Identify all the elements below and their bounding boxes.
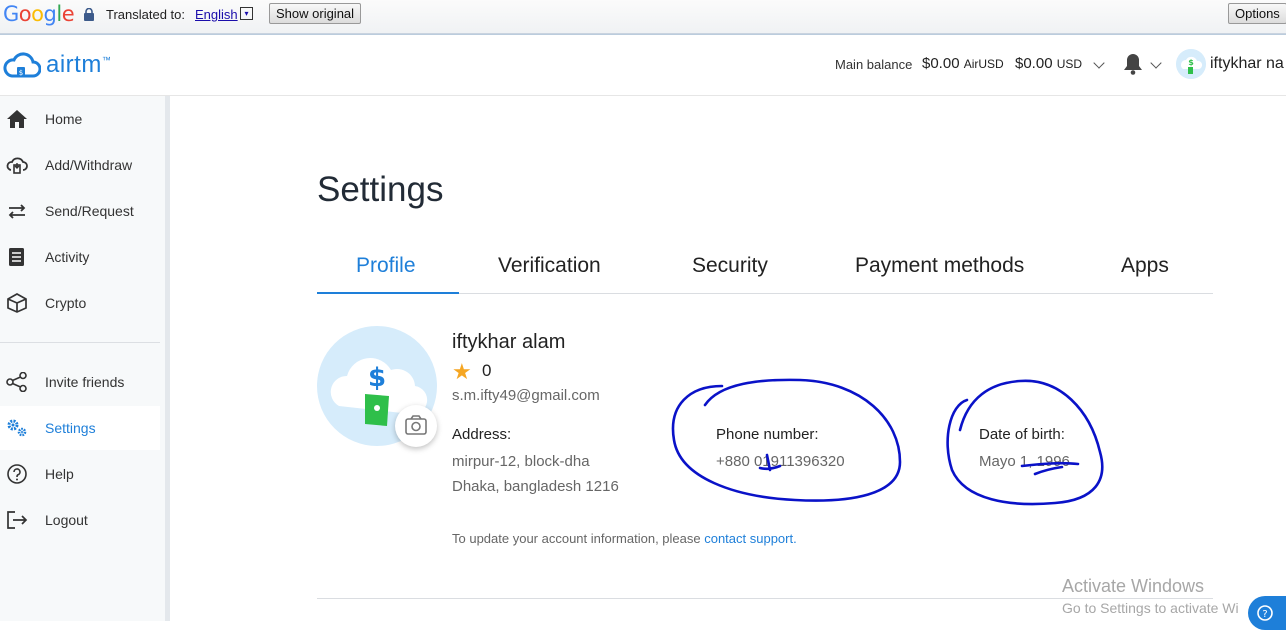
dob-label: Date of birth: [979,426,1065,443]
sidebar-item-send-request[interactable]: Send/Request [0,189,160,233]
sidebar-divider [0,342,160,343]
cube-icon [7,293,27,313]
sidebar-item-label: Home [45,111,83,127]
airusd-balance[interactable]: $0.00 AirUSD [922,55,1004,72]
document-list-icon [9,248,24,266]
sidebar-item-label: Help [45,466,74,482]
profile-name: iftykhar alam [452,331,566,353]
brand-name[interactable]: airtm™ [46,51,111,79]
help-question-icon: ? [1257,605,1273,621]
logout-icon [7,511,28,529]
sidebar-item-logout[interactable]: Logout [0,498,160,542]
avatar-cloud-icon: $ [1176,49,1206,79]
sidebar-item-label: Send/Request [45,203,134,219]
contact-support-link[interactable]: contact support. [704,531,797,546]
active-tab-indicator [317,292,459,294]
star-icon: ★ [452,359,472,384]
notification-bell-icon[interactable] [1123,53,1143,75]
top-header: $ airtm™ Main balance $0.00 AirUSD $0.00… [0,35,1286,96]
gears-icon [7,419,27,437]
sidebar-item-label: Add/Withdraw [45,157,133,173]
question-circle-icon [7,464,27,484]
sidebar-item-label: Crypto [45,295,87,311]
sidebar-item-home[interactable]: Home [0,97,160,141]
google-logo: Google [3,2,75,26]
svg-text:$: $ [368,363,386,393]
help-chat-bubble[interactable]: ? [1248,596,1286,630]
user-avatar[interactable]: $ [1176,49,1206,79]
language-dropdown-icon[interactable]: ▾ [240,7,253,20]
camera-icon [405,415,427,435]
sidebar-item-crypto[interactable]: Crypto [0,281,160,325]
airtm-cloud-logo-icon[interactable]: $ [3,50,41,80]
svg-text:?: ? [1262,609,1267,620]
translate-bar: Google Translated to: English ▾ Show ori… [0,0,1286,34]
transfer-arrows-icon [8,204,26,219]
translated-to-label: Translated to: [106,7,186,22]
share-icon [6,372,27,392]
balance-chevron-down-icon[interactable] [1093,57,1105,69]
tab-apps[interactable]: Apps [1121,254,1169,278]
activate-windows-title: Activate Windows [1062,576,1205,596]
address-line-1: mirpur-12, block-dha [452,453,590,470]
sidebar-scrollbar[interactable] [165,96,170,621]
tab-verification[interactable]: Verification [498,254,601,278]
language-link[interactable]: English [195,7,238,22]
profile-rating: 0 [482,361,492,380]
sidebar-item-help[interactable]: Help [0,452,160,496]
sidebar-item-settings[interactable]: Settings [0,406,160,450]
tab-security[interactable]: Security [692,254,768,278]
tab-profile[interactable]: Profile [356,254,416,278]
change-photo-button[interactable] [395,405,437,447]
phone-label: Phone number: [716,426,819,443]
options-button[interactable]: Options [1228,3,1286,24]
notification-chevron-down-icon[interactable] [1150,57,1162,69]
cloud-transfer-icon [6,157,28,174]
sidebar: Home Add/Withdraw Send/Request Activity … [0,96,165,621]
address-line-2: Dhaka, bangladesh 1216 [452,478,619,495]
lock-icon [84,8,94,21]
phone-value: +880 01911396320 [716,453,845,470]
sidebar-item-label: Activity [45,249,90,265]
home-icon [7,110,27,128]
sidebar-item-label: Logout [45,512,88,528]
sidebar-item-invite-friends[interactable]: Invite friends [0,360,160,404]
update-info-note: To update your account information, plea… [452,531,797,546]
profile-email: s.m.ifty49@gmail.com [452,387,600,404]
show-original-button[interactable]: Show original [269,3,362,24]
address-label: Address: [452,426,512,443]
sidebar-item-label: Invite friends [45,374,125,390]
sidebar-item-activity[interactable]: Activity [0,235,160,279]
sidebar-item-add-withdraw[interactable]: Add/Withdraw [0,143,160,187]
tab-payment-methods[interactable]: Payment methods [855,254,1024,278]
svg-text:$: $ [1188,58,1194,67]
user-name[interactable]: iftykhar na [1210,55,1284,73]
usd-balance[interactable]: $0.00 USD [1015,55,1082,72]
svg-text:$: $ [19,69,23,77]
activate-windows-subtitle: Go to Settings to activate Wi [1062,600,1239,616]
dob-value: Mayo 1, 1996 [979,453,1070,470]
settings-tabs: Profile Verification Security Payment me… [317,240,1213,294]
main-balance-label: Main balance [835,57,913,72]
section-divider [317,598,1213,599]
sidebar-item-label: Settings [45,420,96,436]
page-title: Settings [317,170,444,209]
